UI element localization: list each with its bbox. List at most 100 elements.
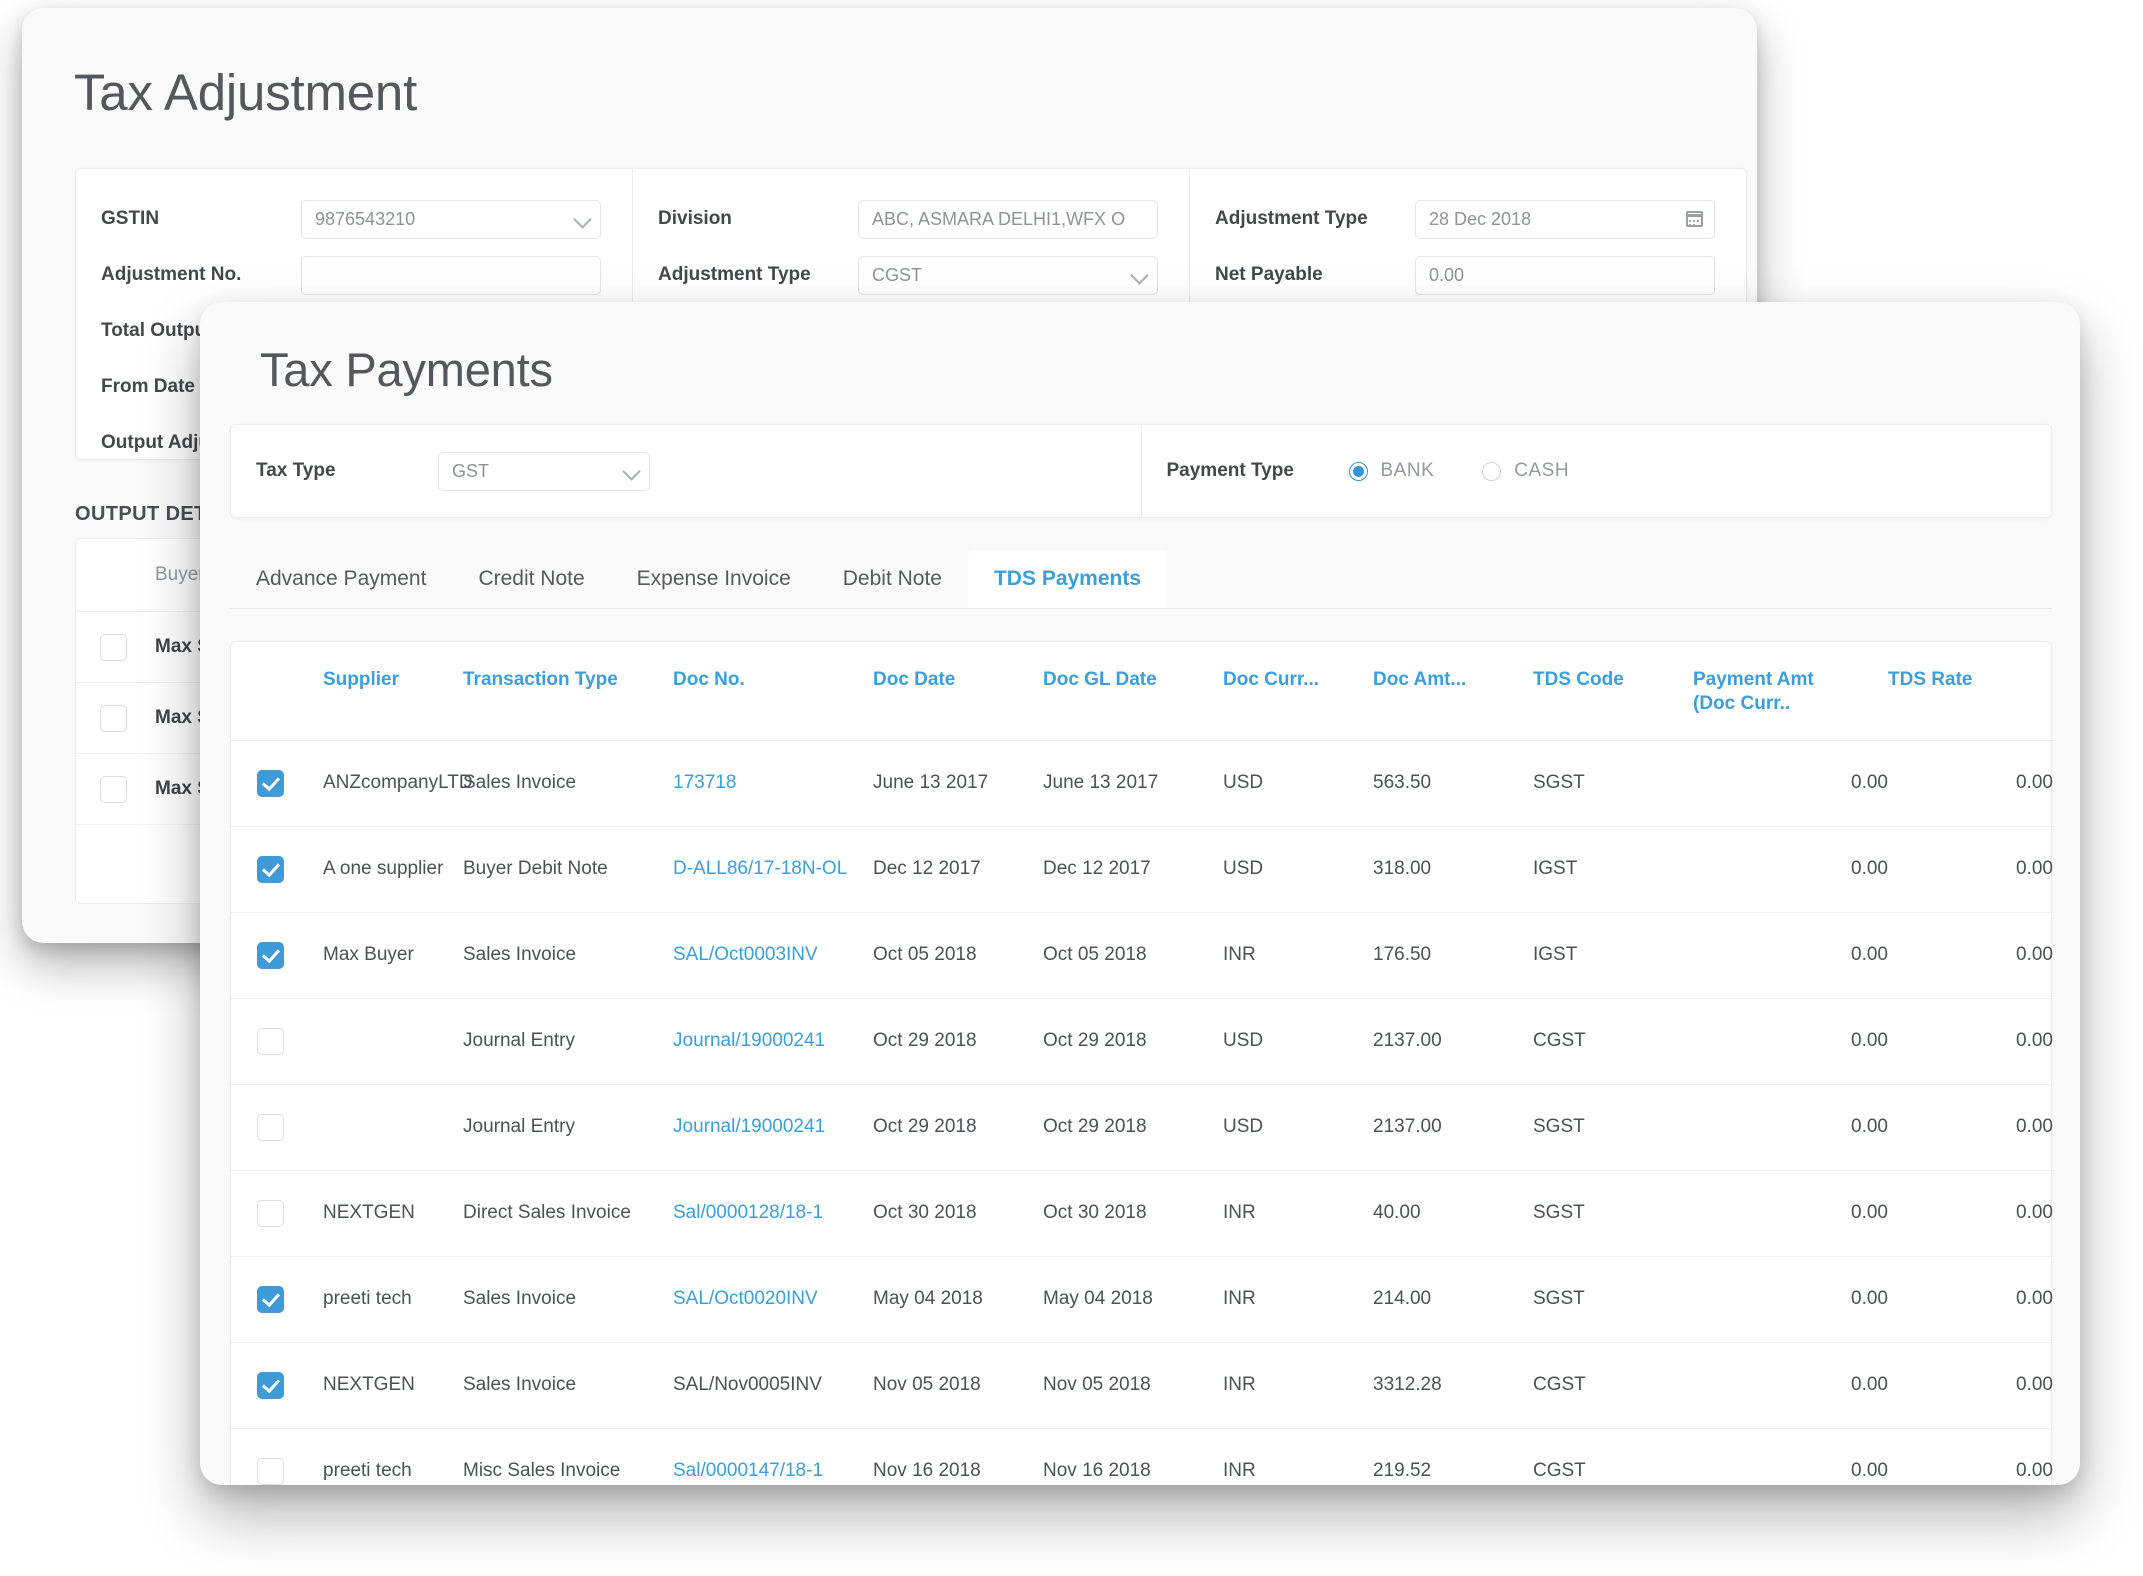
radio-bank[interactable] bbox=[1348, 461, 1368, 481]
cell-tds-rate: 0.00 bbox=[1888, 1255, 2053, 1342]
cell-transaction-type: Misc Sales Invoice bbox=[463, 1427, 673, 1485]
cell-tds-code: SGST bbox=[1533, 1255, 1693, 1342]
th-doc-amt[interactable]: Doc Amt... bbox=[1373, 642, 1533, 740]
tab-expense-invoice[interactable]: Expense Invoice bbox=[611, 550, 817, 608]
field-adjustment-type-col2: Adjustment Type CGST bbox=[658, 247, 1159, 303]
tax-type-select[interactable]: GST bbox=[438, 451, 650, 491]
tab-credit-note[interactable]: Credit Note bbox=[452, 550, 610, 608]
cell-doc-curr: USD bbox=[1223, 825, 1373, 912]
row-checkbox-cell bbox=[231, 1083, 323, 1170]
th-doc-date[interactable]: Doc Date bbox=[873, 642, 1043, 740]
adjustment-date-input[interactable]: 28 Dec 2018 bbox=[1415, 199, 1715, 239]
cell-doc-no-text: D-ALL86/17-18N-OL bbox=[673, 858, 848, 879]
cell-transaction-type-text: Misc Sales Invoice bbox=[463, 1460, 621, 1481]
cell-doc-no[interactable]: Sal/0000128/18-1 bbox=[673, 1169, 873, 1256]
adjustment-type-select[interactable]: CGST bbox=[858, 255, 1158, 295]
row-checkbox[interactable] bbox=[100, 775, 127, 803]
cell-tds-rate-text: 0.00 bbox=[2016, 944, 2053, 965]
cell-doc-amt: 176.50 bbox=[1373, 911, 1533, 998]
cell-doc-no[interactable]: Journal/19000241 bbox=[673, 997, 873, 1084]
th-supplier[interactable]: Supplier bbox=[323, 642, 463, 740]
cell-doc-no[interactable]: SAL/Oct0020INV bbox=[673, 1255, 873, 1342]
cell-transaction-type-text: Journal Entry bbox=[463, 1030, 575, 1051]
row-checkbox[interactable] bbox=[257, 1285, 284, 1313]
division-input[interactable]: ABC, ASMARA DELHI1,WFX O bbox=[858, 199, 1158, 239]
cell-tds-code-text: CGST bbox=[1533, 1374, 1586, 1395]
row-checkbox-cell bbox=[231, 911, 323, 998]
cell-doc-date: Oct 29 2018 bbox=[873, 997, 1043, 1084]
adjustment-no-input[interactable] bbox=[301, 255, 601, 295]
cell-transaction-type: Sales Invoice bbox=[463, 739, 673, 826]
cell-doc-no[interactable]: SAL/Oct0003INV bbox=[673, 911, 873, 998]
cell-doc-date: Nov 16 2018 bbox=[873, 1427, 1043, 1485]
tab-debit-note[interactable]: Debit Note bbox=[817, 550, 968, 608]
field-label-adjustment-no: Adjustment No. bbox=[101, 264, 242, 285]
table-row[interactable]: preeti tech Misc Sales Invoice Sal/0000147… bbox=[231, 1427, 2053, 1485]
cell-doc-amt-text: 40.00 bbox=[1373, 1202, 1421, 1223]
th-tds-rate[interactable]: TDS Rate bbox=[1888, 642, 2053, 740]
row-checkbox[interactable] bbox=[257, 941, 284, 969]
cell-supplier: Max Buyer bbox=[323, 911, 463, 998]
gstin-select[interactable]: 9876543210 bbox=[301, 199, 601, 239]
cell-payment-amt-text: 0.00 bbox=[1851, 772, 1888, 793]
payment-type-filter: Payment Type BANK CASH bbox=[1140, 425, 2052, 517]
row-checkbox[interactable] bbox=[257, 855, 284, 883]
table-row[interactable]: Journal Entry Journal/19000241 Oct 29 2018… bbox=[231, 997, 2053, 1084]
cell-doc-date-text: Oct 29 2018 bbox=[873, 1116, 977, 1137]
row-checkbox[interactable] bbox=[100, 633, 127, 661]
row-checkbox[interactable] bbox=[257, 1371, 284, 1399]
radio-cash[interactable] bbox=[1482, 461, 1502, 481]
th-doc-gl-date[interactable]: Doc GL Date bbox=[1043, 642, 1223, 740]
th-doc-no[interactable]: Doc No. bbox=[673, 642, 873, 740]
table-row[interactable]: NEXTGEN Sales Invoice SAL/Nov0005INV Nov 05… bbox=[231, 1341, 2053, 1428]
cell-tds-code: IGST bbox=[1533, 825, 1693, 912]
cell-supplier-text: preeti tech bbox=[323, 1288, 412, 1309]
cell-tds-rate-text: 0.00 bbox=[2016, 1288, 2053, 1309]
cell-transaction-type-text: Sales Invoice bbox=[463, 1288, 577, 1309]
calendar-icon[interactable] bbox=[1686, 210, 1703, 227]
table-row[interactable]: NEXTGEN Direct Sales Invoice Sal/0000128/1… bbox=[231, 1169, 2053, 1256]
cell-tds-rate: 0.00 bbox=[1888, 1169, 2053, 1256]
cell-doc-curr: USD bbox=[1223, 739, 1373, 826]
cell-doc-gl-date-text: Oct 29 2018 bbox=[1043, 1116, 1147, 1137]
row-checkbox[interactable] bbox=[100, 704, 127, 732]
cell-doc-amt: 563.50 bbox=[1373, 739, 1533, 826]
cell-doc-no[interactable]: Journal/19000241 bbox=[673, 1083, 873, 1170]
row-checkbox[interactable] bbox=[257, 1113, 284, 1141]
table-row[interactable]: Journal Entry Journal/19000241 Oct 29 2018… bbox=[231, 1083, 2053, 1170]
table-row[interactable]: A one supplier Buyer Debit Note D-ALL86/17… bbox=[231, 825, 2053, 912]
th-transaction-type[interactable]: Transaction Type bbox=[463, 642, 673, 740]
th-tds-code[interactable]: TDS Code bbox=[1533, 642, 1693, 740]
th-payment-amt-line1: Payment Amt bbox=[1693, 669, 1814, 690]
cell-transaction-type: Direct Sales Invoice bbox=[463, 1169, 673, 1256]
cell-doc-gl-date-text: Dec 12 2017 bbox=[1043, 858, 1151, 879]
th-payment-amt[interactable]: Payment Amt (Doc Curr.. bbox=[1693, 642, 1888, 740]
table-row[interactable]: ANZcompanyLTD Sales Invoice 173718 June 13 … bbox=[231, 739, 2053, 826]
row-checkbox[interactable] bbox=[257, 1027, 284, 1055]
cell-doc-date-text: Oct 29 2018 bbox=[873, 1030, 977, 1051]
tab-advance-payment[interactable]: Advance Payment bbox=[230, 550, 452, 608]
cell-doc-amt-text: 318.00 bbox=[1373, 858, 1432, 879]
cell-doc-no[interactable]: 173718 bbox=[673, 739, 873, 826]
th-doc-curr[interactable]: Doc Curr... bbox=[1223, 642, 1373, 740]
field-gstin: GSTIN 9876543210 bbox=[101, 191, 602, 247]
cell-transaction-type: Sales Invoice bbox=[463, 911, 673, 998]
cell-doc-amt: 219.52 bbox=[1373, 1427, 1533, 1485]
table-row[interactable]: Max Buyer Sales Invoice SAL/Oct0003INV Oct … bbox=[231, 911, 2053, 998]
cell-doc-gl-date: Oct 29 2018 bbox=[1043, 1083, 1223, 1170]
cell-doc-curr: USD bbox=[1223, 997, 1373, 1084]
cell-doc-no: SAL/Nov0005INV bbox=[673, 1341, 873, 1428]
row-checkbox[interactable] bbox=[257, 1457, 284, 1485]
table-row[interactable]: preeti tech Sales Invoice SAL/Oct0020INV Ma… bbox=[231, 1255, 2053, 1342]
tab-tds-payments[interactable]: TDS Payments bbox=[967, 550, 1168, 608]
cell-payment-amt-text: 0.00 bbox=[1851, 944, 1888, 965]
net-payable-input[interactable]: 0.00 bbox=[1415, 255, 1715, 295]
row-checkbox[interactable] bbox=[257, 769, 284, 797]
cell-doc-date: Oct 05 2018 bbox=[873, 911, 1043, 998]
filter-bar: Tax Type GST Payment Type BANK CASH bbox=[230, 424, 2052, 518]
cell-doc-no[interactable]: D-ALL86/17-18N-OL bbox=[673, 825, 873, 912]
cell-doc-no[interactable]: Sal/0000147/18-1 bbox=[673, 1427, 873, 1485]
row-checkbox[interactable] bbox=[257, 1199, 284, 1227]
cell-tds-rate: 0.00 bbox=[1888, 1341, 2053, 1428]
cell-payment-amt-text: 0.00 bbox=[1851, 1288, 1888, 1309]
